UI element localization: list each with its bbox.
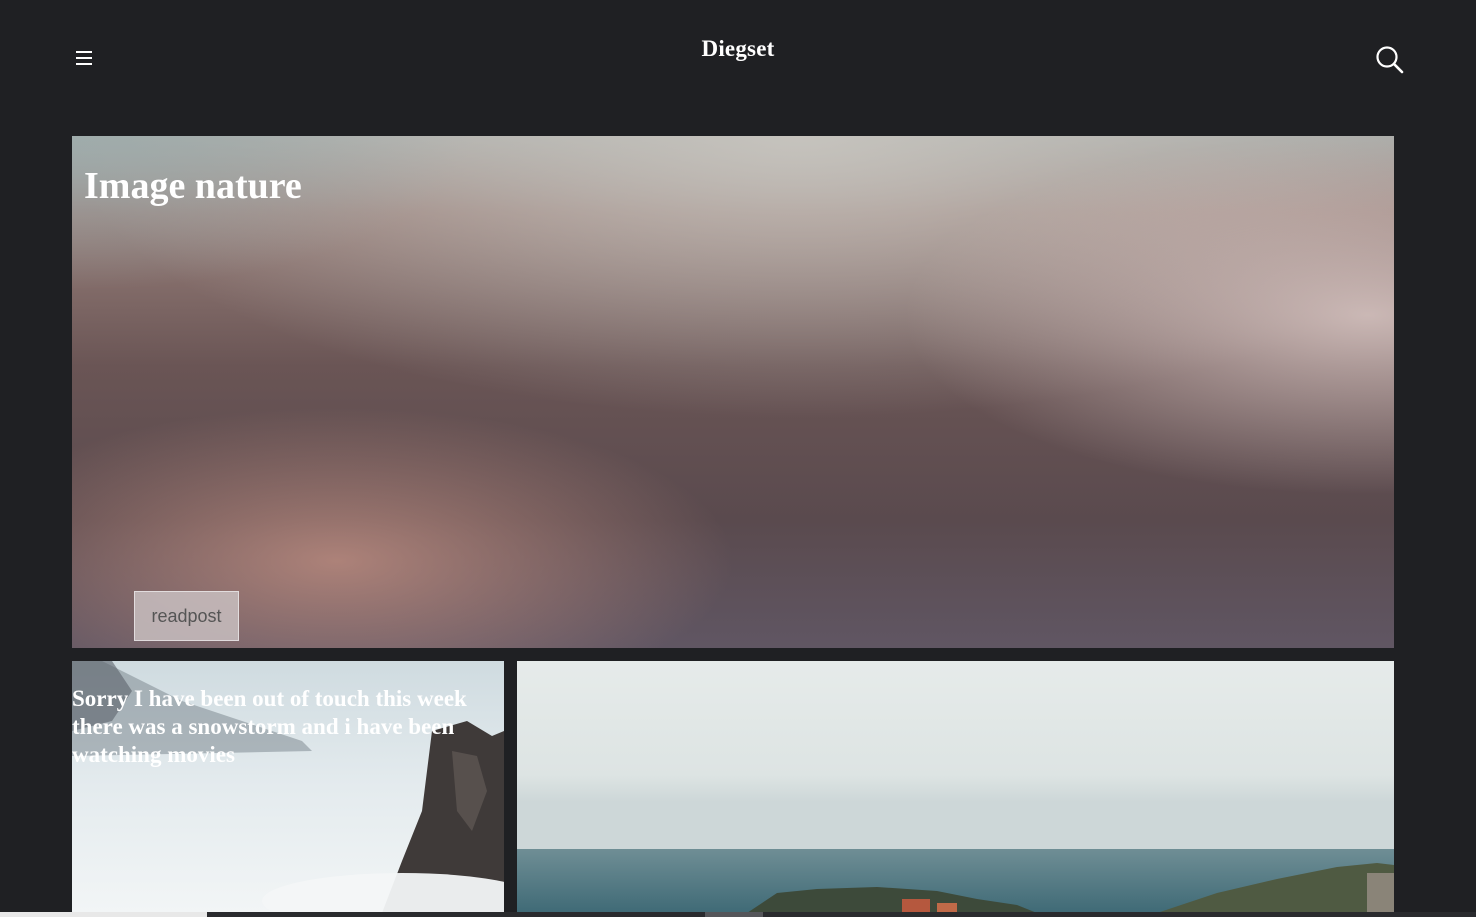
horizontal-scrollbar[interactable] [0,912,1476,917]
post-title[interactable]: Sorry I have been out of touch this week… [72,685,504,769]
search-icon [1376,46,1404,74]
site-header: Diegset [0,0,1476,120]
hero-title[interactable]: Image nature [84,164,302,208]
scrollbar-thumb[interactable] [0,912,207,917]
post-image-coast [517,661,1394,913]
hero-post[interactable]: Image nature readpost [72,136,1394,648]
read-post-button[interactable]: readpost [134,591,239,641]
site-title[interactable]: Diegset [0,36,1476,62]
search-button[interactable] [1374,44,1404,74]
post-card[interactable]: Sorry I have been out of touch this week… [72,661,504,913]
scrollbar-marker [705,912,763,917]
hero-image [72,136,1394,648]
post-card[interactable] [517,661,1394,913]
